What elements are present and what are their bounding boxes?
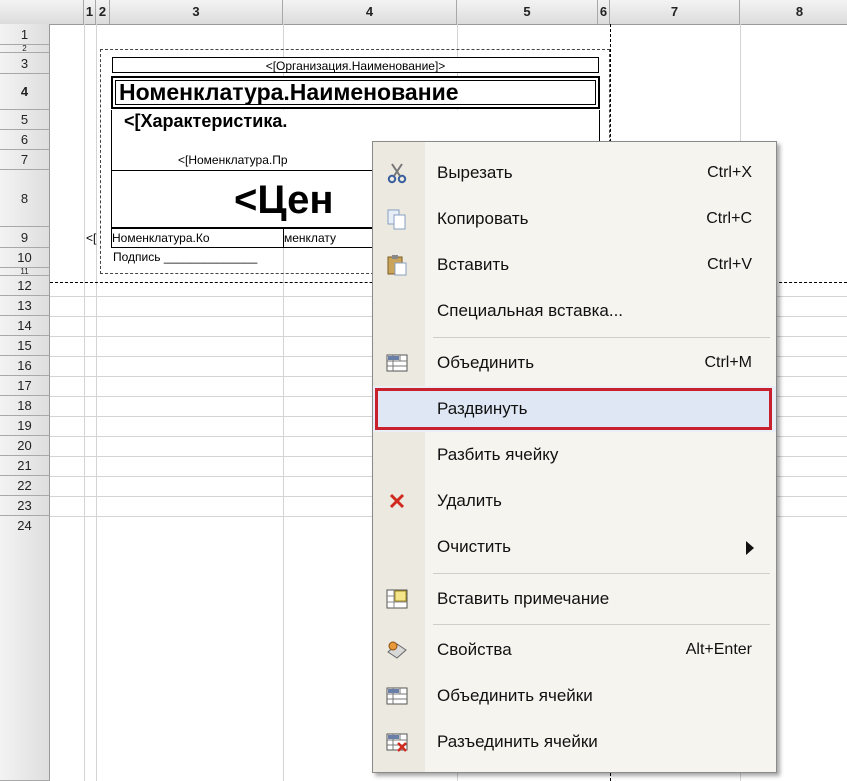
cell-text: менклату [284, 231, 336, 245]
cell-text: <Цен [234, 178, 334, 222]
menu-item-label: Разъединить ячейки [437, 732, 598, 751]
row-header-16[interactable]: 16 [0, 356, 50, 376]
column-header-2[interactable]: 2 [96, 0, 110, 24]
row-header-6[interactable]: 6 [0, 130, 50, 150]
cell-nom-code[interactable]: Номенклатура.Ко [111, 228, 284, 248]
context-menu: Вырезать Ctrl+X Копировать Ctrl+C Встави… [372, 141, 777, 773]
row-header-5[interactable]: 5 [0, 110, 50, 130]
gridline [84, 24, 85, 781]
delete-icon [385, 489, 409, 513]
column-header-3[interactable]: 3 [110, 0, 283, 24]
menu-item-paste-special[interactable]: Специальная вставка... [373, 288, 776, 334]
row-header-21[interactable]: 21 [0, 456, 50, 476]
row-header-11[interactable]: 11 [0, 268, 50, 276]
cell-text: <[Характеристика. [124, 111, 288, 131]
row-header-7[interactable]: 7 [0, 150, 50, 170]
menu-item-label: Раздвинуть [437, 399, 528, 418]
merge-cells-icon [385, 684, 409, 708]
row-header-4[interactable]: 4 [0, 74, 50, 110]
row-header-18[interactable]: 18 [0, 396, 50, 416]
menu-item-clear[interactable]: Очистить [373, 524, 776, 570]
row-header-1[interactable]: 1 [0, 24, 50, 45]
menu-item-shortcut: Alt+Enter [685, 641, 752, 658]
menu-separator [433, 337, 770, 338]
row-header-3[interactable]: 3 [0, 53, 50, 74]
row-header-9[interactable]: 9 [0, 227, 50, 248]
menu-item-expand[interactable]: Раздвинуть [373, 386, 776, 432]
menu-item-merge[interactable]: Объединить Ctrl+M [373, 340, 776, 386]
cell-text: <[Организация.Наименование]> [265, 59, 446, 73]
row-header-22[interactable]: 22 [0, 476, 50, 496]
row-header-20[interactable]: 20 [0, 436, 50, 456]
spreadsheet: 1 2 3 4 5 6 7 8 1 2 3 4 5 6 7 8 9 10 11 … [0, 0, 847, 781]
column-header-4[interactable]: 4 [283, 0, 457, 24]
highlight-frame [375, 388, 772, 430]
menu-item-insert-note[interactable]: Вставить примечание [373, 576, 776, 622]
cell-signature[interactable]: Подпись ______________ [111, 248, 381, 268]
submenu-arrow-icon [746, 541, 754, 555]
menu-item-label: Свойства [437, 640, 512, 659]
cell-text: Номенклатура.Наименование [119, 79, 459, 105]
cell-nomenclature[interactable]: Номенклатура.Наименование [111, 76, 600, 109]
menu-item-delete[interactable]: Удалить [373, 478, 776, 524]
menu-separator [433, 573, 770, 574]
unmerge-cells-icon [385, 730, 409, 754]
row-header-8[interactable]: 8 [0, 170, 50, 227]
row-header-13[interactable]: 13 [0, 296, 50, 316]
cell-text: <[ [86, 231, 97, 245]
menu-item-properties[interactable]: Свойства Alt+Enter [373, 627, 776, 673]
menu-item-label: Очистить [437, 537, 512, 556]
menu-item-label: Копировать [437, 209, 529, 228]
properties-icon [385, 638, 409, 662]
column-header-7[interactable]: 7 [610, 0, 740, 24]
row-header-23[interactable]: 23 [0, 496, 50, 516]
row-header-12[interactable]: 12 [0, 276, 50, 296]
menu-separator [433, 624, 770, 625]
note-icon [385, 587, 409, 611]
menu-item-merge-cells[interactable]: Объединить ячейки [373, 673, 776, 719]
menu-item-split-cell[interactable]: Разбить ячейку [373, 432, 776, 478]
menu-item-label: Объединить ячейки [437, 686, 593, 705]
column-header-1[interactable]: 1 [84, 0, 96, 24]
menu-item-label: Вырезать [437, 163, 513, 182]
menu-item-copy[interactable]: Копировать Ctrl+C [373, 196, 776, 242]
gridline [96, 24, 97, 781]
menu-item-paste[interactable]: Вставить Ctrl+V [373, 242, 776, 288]
copy-icon [385, 207, 409, 231]
row-header-10[interactable]: 10 [0, 248, 50, 268]
column-header-6[interactable]: 6 [598, 0, 610, 24]
menu-item-label: Объединить [437, 353, 535, 372]
merge-icon [385, 351, 409, 375]
menu-item-label: Разбить ячейку [437, 445, 559, 464]
row-header-2[interactable]: 2 [0, 45, 50, 53]
menu-item-label: Вставить примечание [437, 589, 610, 608]
menu-item-label: Удалить [437, 491, 502, 510]
scissors-icon [385, 161, 409, 185]
cell-nom-2[interactable]: менклату [283, 228, 383, 248]
menu-item-unmerge-cells[interactable]: Разъединить ячейки [373, 719, 776, 765]
row-header-15[interactable]: 15 [0, 336, 50, 356]
row-header-14[interactable]: 14 [0, 316, 50, 336]
cell-text: Подпись ______________ [113, 250, 258, 264]
row-header-24[interactable]: 24 [0, 516, 50, 781]
menu-item-shortcut: Ctrl+X [707, 164, 752, 181]
menu-item-label: Вставить [437, 255, 510, 274]
row-header-17[interactable]: 17 [0, 376, 50, 396]
cell-text: Номенклатура.Ко [112, 231, 210, 245]
column-header-8[interactable]: 8 [740, 0, 847, 24]
menu-item-shortcut: Ctrl+C [706, 210, 752, 227]
cell-organization[interactable]: <[Организация.Наименование]> [112, 57, 599, 73]
row-header-19[interactable]: 19 [0, 416, 50, 436]
menu-item-cut[interactable]: Вырезать Ctrl+X [373, 150, 776, 196]
corner-cell[interactable] [0, 0, 84, 24]
cell-text: <[Номенклатура.Пр [178, 153, 288, 167]
paste-icon [385, 253, 409, 277]
menu-item-label: Специальная вставка... [437, 301, 624, 320]
column-header-5[interactable]: 5 [457, 0, 598, 24]
menu-item-shortcut: Ctrl+V [707, 256, 752, 273]
menu-item-shortcut: Ctrl+M [704, 354, 752, 371]
column-header: 1 2 3 4 5 6 7 8 [0, 0, 847, 25]
